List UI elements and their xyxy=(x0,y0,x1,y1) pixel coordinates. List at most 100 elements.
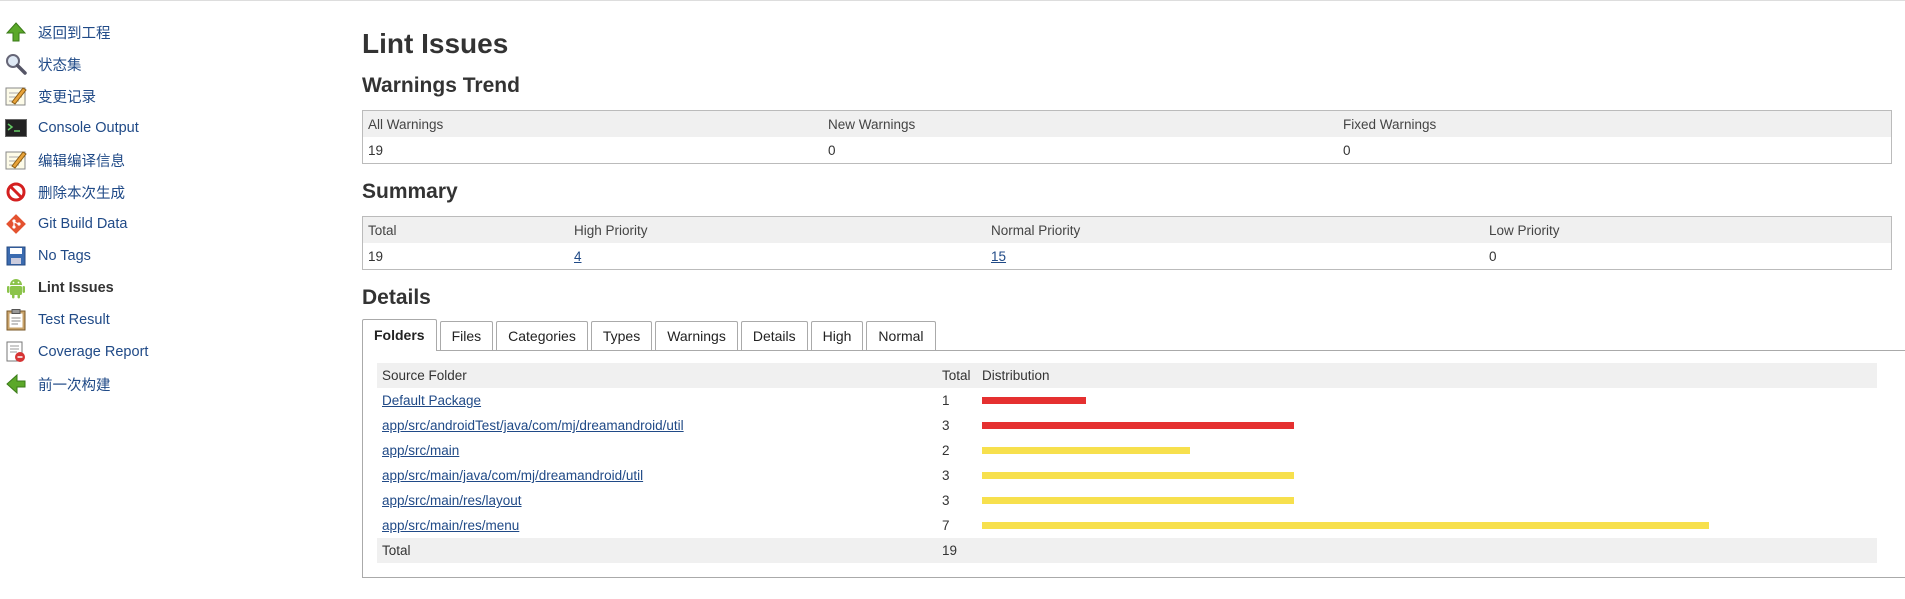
warnings-trend-heading: Warnings Trend xyxy=(362,74,520,97)
source-folder-link[interactable]: app/src/main/res/menu xyxy=(382,518,519,533)
value-new-warnings: 0 xyxy=(828,142,836,158)
sidebar-item-lint-issues[interactable]: Lint Issues xyxy=(4,272,334,304)
folder-total: 3 xyxy=(942,468,950,483)
value-high-priority-cell: 4 xyxy=(569,243,986,270)
folder-total: 7 xyxy=(942,518,950,533)
table-row: 19 0 0 xyxy=(363,137,1892,164)
distribution-cell xyxy=(977,388,1877,413)
sidebar: 返回到工程 状态集 变更记录 Console Output 编辑编译信息 删除本… xyxy=(4,16,334,400)
sidebar-item-previous-build[interactable]: 前一次构建 xyxy=(4,368,334,400)
details-heading: Details xyxy=(362,286,431,309)
table-row: app/src/androidTest/java/com/mj/dreamand… xyxy=(377,413,1877,438)
header-normal-priority: Normal Priority xyxy=(986,216,1484,243)
folder-total: 3 xyxy=(942,418,950,433)
sidebar-item-edit-build-info[interactable]: 编辑编译信息 xyxy=(4,144,334,176)
sidebar-item-label: Git Build Data xyxy=(38,216,128,232)
footer-distribution xyxy=(977,538,1877,563)
distribution-cell xyxy=(977,438,1877,463)
sidebar-item-label: 变更记录 xyxy=(38,89,96,106)
tab-normal[interactable]: Normal xyxy=(866,321,936,350)
distribution-cell xyxy=(977,463,1877,488)
tab-panel: Source Folder Total Distribution Default… xyxy=(362,350,1905,578)
source-folder-cell: app/src/main/java/com/mj/dreamandroid/ut… xyxy=(377,463,937,488)
sidebar-item-status[interactable]: 状态集 xyxy=(4,48,334,80)
high-priority-link[interactable]: 4 xyxy=(574,249,582,264)
tab-categories[interactable]: Categories xyxy=(496,321,588,350)
source-folder-link[interactable]: Default Package xyxy=(382,393,481,408)
save-icon xyxy=(4,244,28,268)
normal-priority-bar xyxy=(982,497,1294,504)
tab-folders[interactable]: Folders xyxy=(362,319,437,351)
header-source-folder: Source Folder xyxy=(377,363,937,388)
source-folder-link[interactable]: app/src/main xyxy=(382,443,459,458)
sidebar-item-label: No Tags xyxy=(38,248,91,264)
folders-table: Source Folder Total Distribution Default… xyxy=(377,363,1877,563)
sidebar-item-label: Console Output xyxy=(38,120,139,136)
table-footer-row: Total 19 xyxy=(377,538,1877,563)
tab-details[interactable]: Details xyxy=(740,321,808,350)
source-folder-link[interactable]: app/src/androidTest/java/com/mj/dreamand… xyxy=(382,418,684,433)
tab-warnings[interactable]: Warnings xyxy=(655,321,738,350)
high-priority-bar xyxy=(982,422,1294,429)
tab-types[interactable]: Types xyxy=(590,321,653,350)
footer-total: 19 xyxy=(937,538,977,563)
sidebar-item-git-build-data[interactable]: Git Build Data xyxy=(4,208,334,240)
sidebar-item-test-result[interactable]: Test Result xyxy=(4,304,334,336)
folder-total: 3 xyxy=(942,493,950,508)
header-high-priority: High Priority xyxy=(569,216,986,243)
table-row: app/src/main 2 xyxy=(377,438,1877,463)
table-header-row: Total High Priority Normal Priority Low … xyxy=(362,216,1892,243)
folder-total: 1 xyxy=(942,393,950,408)
source-folder-cell: app/src/main/res/menu xyxy=(377,513,937,538)
tab-files[interactable]: Files xyxy=(439,321,494,350)
magnifier-icon xyxy=(4,52,28,76)
value-fixed-warnings: 0 xyxy=(1343,142,1351,158)
value-total: 19 xyxy=(368,248,384,264)
sidebar-item-label: 状态集 xyxy=(38,57,82,74)
normal-priority-bar xyxy=(982,472,1294,479)
clipboard-icon xyxy=(4,308,28,332)
android-icon xyxy=(4,276,28,300)
table-row: Default Package 1 xyxy=(377,388,1877,413)
terminal-icon xyxy=(4,116,28,140)
source-folder-link[interactable]: app/src/main/res/layout xyxy=(382,493,522,508)
value-all-warnings: 19 xyxy=(368,142,384,158)
header-all-warnings: All Warnings xyxy=(362,110,823,137)
sidebar-item-delete-build[interactable]: 删除本次生成 xyxy=(4,176,334,208)
left-arrow-icon xyxy=(4,372,28,396)
source-folder-link[interactable]: app/src/main/java/com/mj/dreamandroid/ut… xyxy=(382,468,643,483)
source-folder-cell: Default Package xyxy=(377,388,937,413)
no-entry-icon xyxy=(4,180,28,204)
summary-heading: Summary xyxy=(362,180,458,203)
source-folder-cell: app/src/main/res/layout xyxy=(377,488,937,513)
sidebar-item-no-tags[interactable]: No Tags xyxy=(4,240,334,272)
source-folder-cell: app/src/main xyxy=(377,438,937,463)
value-normal-priority-cell: 15 xyxy=(986,243,1484,270)
distribution-cell xyxy=(977,413,1877,438)
top-border xyxy=(0,0,1905,1)
header-total: Total xyxy=(362,216,569,243)
sidebar-item-console-output[interactable]: Console Output xyxy=(4,112,334,144)
tab-high[interactable]: High xyxy=(810,321,864,350)
folder-total: 2 xyxy=(942,443,950,458)
table-row: 19 4 15 0 xyxy=(363,243,1892,270)
distribution-cell xyxy=(977,513,1877,538)
table-row: app/src/main/java/com/mj/dreamandroid/ut… xyxy=(377,463,1877,488)
table-header-row: Source Folder Total Distribution xyxy=(377,363,1877,388)
sidebar-item-changes[interactable]: 变更记录 xyxy=(4,80,334,112)
sidebar-item-back-to-project[interactable]: 返回到工程 xyxy=(4,16,334,48)
coverage-report-icon xyxy=(4,340,28,364)
notepad-icon xyxy=(4,84,28,108)
summary-table: Total High Priority Normal Priority Low … xyxy=(362,216,1892,270)
sidebar-item-coverage-report[interactable]: Coverage Report xyxy=(4,336,334,368)
normal-priority-link[interactable]: 15 xyxy=(991,249,1006,264)
header-new-warnings: New Warnings xyxy=(823,110,1338,137)
value-low-priority: 0 xyxy=(1489,248,1497,264)
distribution-cell xyxy=(977,488,1877,513)
normal-priority-bar xyxy=(982,447,1190,454)
folders-table-body: Default Package 1 app/src/androidTest/java… xyxy=(377,388,1877,538)
sidebar-item-label: 编辑编译信息 xyxy=(38,153,125,170)
main-content: Lint Issues Warnings Trend All Warnings … xyxy=(362,22,1905,578)
warnings-trend-table: All Warnings New Warnings Fixed Warnings… xyxy=(362,110,1892,164)
header-low-priority: Low Priority xyxy=(1484,216,1892,243)
